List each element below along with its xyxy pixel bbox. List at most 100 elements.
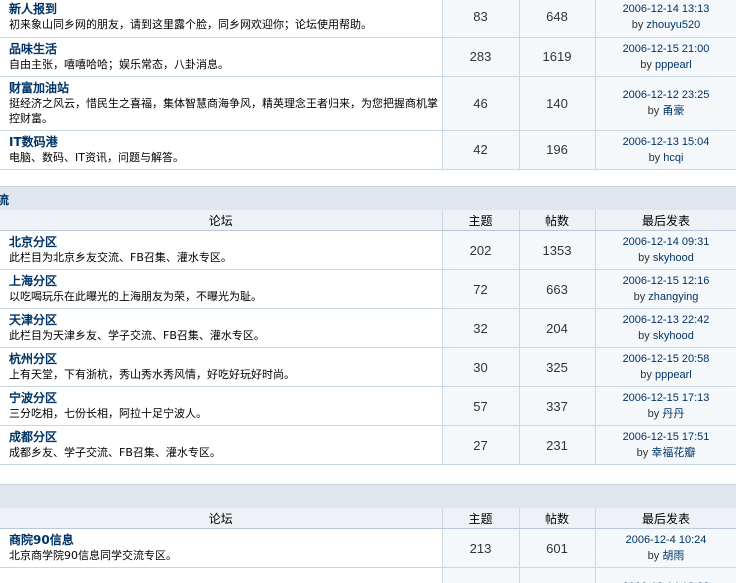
category-bar-regions: 流: [0, 186, 736, 210]
forum-row: 2006-12-14 18:22: [0, 567, 736, 583]
last-post-date-link[interactable]: 2006-12-12 23:25: [596, 87, 736, 103]
last-post-date-link[interactable]: 2006-12-14 18:22: [596, 579, 736, 583]
by-label: by: [647, 550, 660, 562]
by-label: by: [633, 291, 646, 303]
forum-title-link[interactable]: 北京分区: [9, 235, 442, 250]
last-post-user-link[interactable]: zhangying: [648, 291, 698, 303]
by-label: by: [638, 330, 650, 342]
forum-row: 北京分区 此栏目为北京乡友交流、FB召集、灌水专区。 202 1353 2006…: [0, 230, 736, 270]
last-post-user-link[interactable]: pppearl: [655, 59, 692, 71]
topic-count: 30: [442, 347, 520, 387]
last-post-cell: 2006-12-15 20:58 by pppearl: [595, 347, 736, 387]
forum-title-link[interactable]: 杭州分区: [9, 352, 442, 367]
last-post-date-link[interactable]: 2006-12-15 12:16: [596, 273, 736, 289]
post-count: 325: [519, 347, 596, 387]
last-post-date-link[interactable]: 2006-12-15 17:51: [596, 429, 736, 445]
forum-row: 财富加油站 挺经济之风云，惜民生之喜福，集体智慧商海争风，精英理念王者归来，为您…: [0, 76, 736, 131]
topic-count: 57: [442, 386, 520, 426]
category-bar-classmates: [0, 484, 736, 508]
forum-cell: 财富加油站 挺经济之风云，惜民生之喜福，集体智慧商海争风，精英理念王者归来，为您…: [0, 76, 443, 131]
forum-title-link[interactable]: 商院90信息: [9, 533, 442, 548]
topic-count: 72: [442, 269, 520, 309]
last-post-cell: 2006-12-15 21:00 by pppearl: [595, 37, 736, 77]
topic-count: 202: [442, 230, 520, 270]
by-label: by: [640, 58, 652, 71]
forum-title-link[interactable]: IT数码港: [9, 135, 442, 150]
last-post-cell: 2006-12-14 09:31 by skyhood: [595, 230, 736, 270]
last-post-date-link[interactable]: 2006-12-13 15:04: [596, 134, 736, 150]
last-post-date-link[interactable]: 2006-12-4 10:24: [596, 532, 736, 548]
post-count: 1619: [519, 37, 596, 77]
forum-title-link[interactable]: 宁波分区: [9, 391, 442, 406]
forum-description: 初来象山同乡网的朋友，请到这里露个脸，同乡网欢迎你；论坛使用帮助。: [9, 17, 372, 31]
last-post-user-link[interactable]: 胡雨: [662, 550, 684, 562]
forum-title-link[interactable]: 成都分区: [9, 430, 442, 445]
header-posts: 帖数: [519, 508, 596, 529]
category-title[interactable]: 流: [0, 191, 9, 208]
post-count: 648: [519, 0, 596, 38]
last-post-user-link[interactable]: zhouyu520: [646, 19, 700, 31]
post-count: 663: [519, 269, 596, 309]
post-count: 337: [519, 386, 596, 426]
by-label: by: [631, 18, 644, 31]
forum-table-regions: 论坛 主题 帖数 最后发表 北京分区 此栏目为北京乡友交流、FB召集、灌水专区。…: [0, 210, 736, 465]
forum-cell: [0, 567, 443, 583]
last-post-user-link[interactable]: hcqi: [663, 152, 683, 164]
forum-cell: 宁波分区 三分吃相，七份长相，阿拉十足宁波人。: [0, 386, 443, 426]
forum-table-classmates: 论坛 主题 帖数 最后发表 商院90信息 北京商学院90信息同学交流专区。 21…: [0, 508, 736, 583]
last-post-cell: 2006-12-15 12:16 by zhangying: [595, 269, 736, 309]
last-post-cell: 2006-12-14 18:22: [595, 567, 736, 583]
last-post-cell: 2006-12-12 23:25 by 甬豪: [595, 76, 736, 131]
last-post-cell: 2006-12-15 17:51 by 幸福花瓣: [595, 425, 736, 465]
last-post-cell: 2006-12-13 22:42 by skyhood: [595, 308, 736, 348]
last-post-user-link[interactable]: 甬豪: [662, 105, 684, 117]
forum-row: 新人报到 初来象山同乡网的朋友，请到这里露个脸，同乡网欢迎你；论坛使用帮助。 8…: [0, 0, 736, 38]
forum-description: 上有天堂，下有浙杭，秀山秀水秀风情，好吃好玩好时尚。: [9, 368, 295, 381]
last-post-user-link[interactable]: 丹丹: [662, 408, 684, 420]
header-topics: 主题: [442, 210, 520, 231]
forum-row: 品味生活 自由主张，嘻嘻哈哈；娱乐常态，八卦消息。 283 1619 2006-…: [0, 37, 736, 77]
by-label: by: [640, 369, 652, 381]
forum-title-link[interactable]: 上海分区: [9, 274, 442, 289]
last-post-date-link[interactable]: 2006-12-14 13:13: [596, 1, 736, 17]
forum-row: IT数码港 电脑、数码、IT资讯，问题与解答。 42 196 2006-12-1…: [0, 130, 736, 170]
last-post-user-link[interactable]: skyhood: [653, 330, 694, 342]
forum-title-link[interactable]: 天津分区: [9, 313, 442, 328]
post-count: 231: [519, 425, 596, 465]
topic-count: 283: [442, 37, 520, 77]
forum-description: 挺经济之风云，惜民生之喜福，集体智慧商海争风，精英理念王者归来，为您把握商机掌控…: [9, 96, 438, 125]
last-post-date-link[interactable]: 2006-12-15 17:13: [596, 390, 736, 406]
last-post-cell: 2006-12-13 15:04 by hcqi: [595, 130, 736, 170]
forum-cell: 品味生活 自由主张，嘻嘻哈哈；娱乐常态，八卦消息。: [0, 37, 443, 77]
forum-title-link[interactable]: 财富加油站: [9, 81, 442, 96]
last-post-date-link[interactable]: 2006-12-13 22:42: [596, 312, 736, 328]
last-post-date-link[interactable]: 2006-12-15 20:58: [596, 351, 736, 367]
topic-count: 46: [442, 76, 520, 131]
last-post-user-link[interactable]: 幸福花瓣: [651, 447, 695, 459]
forum-cell: 成都分区 成都乡友、学子交流、FB召集、灌水专区。: [0, 425, 443, 465]
by-label: by: [647, 408, 660, 420]
forum-description: 北京商学院90信息同学交流专区。: [9, 549, 177, 562]
forum-title-link[interactable]: 品味生活: [9, 42, 442, 57]
last-post-date-link[interactable]: 2006-12-14 09:31: [596, 234, 736, 250]
post-count: 204: [519, 308, 596, 348]
forum-description: 成都乡友、学子交流、FB召集、灌水专区。: [9, 446, 221, 459]
post-count: 196: [519, 130, 596, 170]
last-post-cell: 2006-12-4 10:24 by 胡雨: [595, 528, 736, 568]
topic-count: [442, 567, 520, 583]
last-post-user-link[interactable]: skyhood: [653, 252, 694, 264]
forum-description: 电脑、数码、IT资讯，问题与解答。: [9, 150, 184, 164]
forum-cell: 新人报到 初来象山同乡网的朋友，请到这里露个脸，同乡网欢迎你；论坛使用帮助。: [0, 0, 443, 38]
topic-count: 213: [442, 528, 520, 568]
by-label: by: [636, 447, 649, 459]
forum-cell: IT数码港 电脑、数码、IT资讯，问题与解答。: [0, 130, 443, 170]
by-label: by: [648, 151, 661, 164]
topic-count: 83: [442, 0, 520, 38]
last-post-date-link[interactable]: 2006-12-15 21:00: [596, 41, 736, 57]
forum-row: 上海分区 以吃喝玩乐在此曝光的上海朋友为荣，不曝光为耻。 72 663 2006…: [0, 269, 736, 309]
last-post-user-link[interactable]: pppearl: [655, 369, 692, 381]
post-count: 601: [519, 528, 596, 568]
header-posts: 帖数: [519, 210, 596, 231]
forum-row: 宁波分区 三分吃相，七份长相，阿拉十足宁波人。 57 337 2006-12-1…: [0, 386, 736, 426]
forum-title-link[interactable]: 新人报到: [9, 2, 442, 17]
